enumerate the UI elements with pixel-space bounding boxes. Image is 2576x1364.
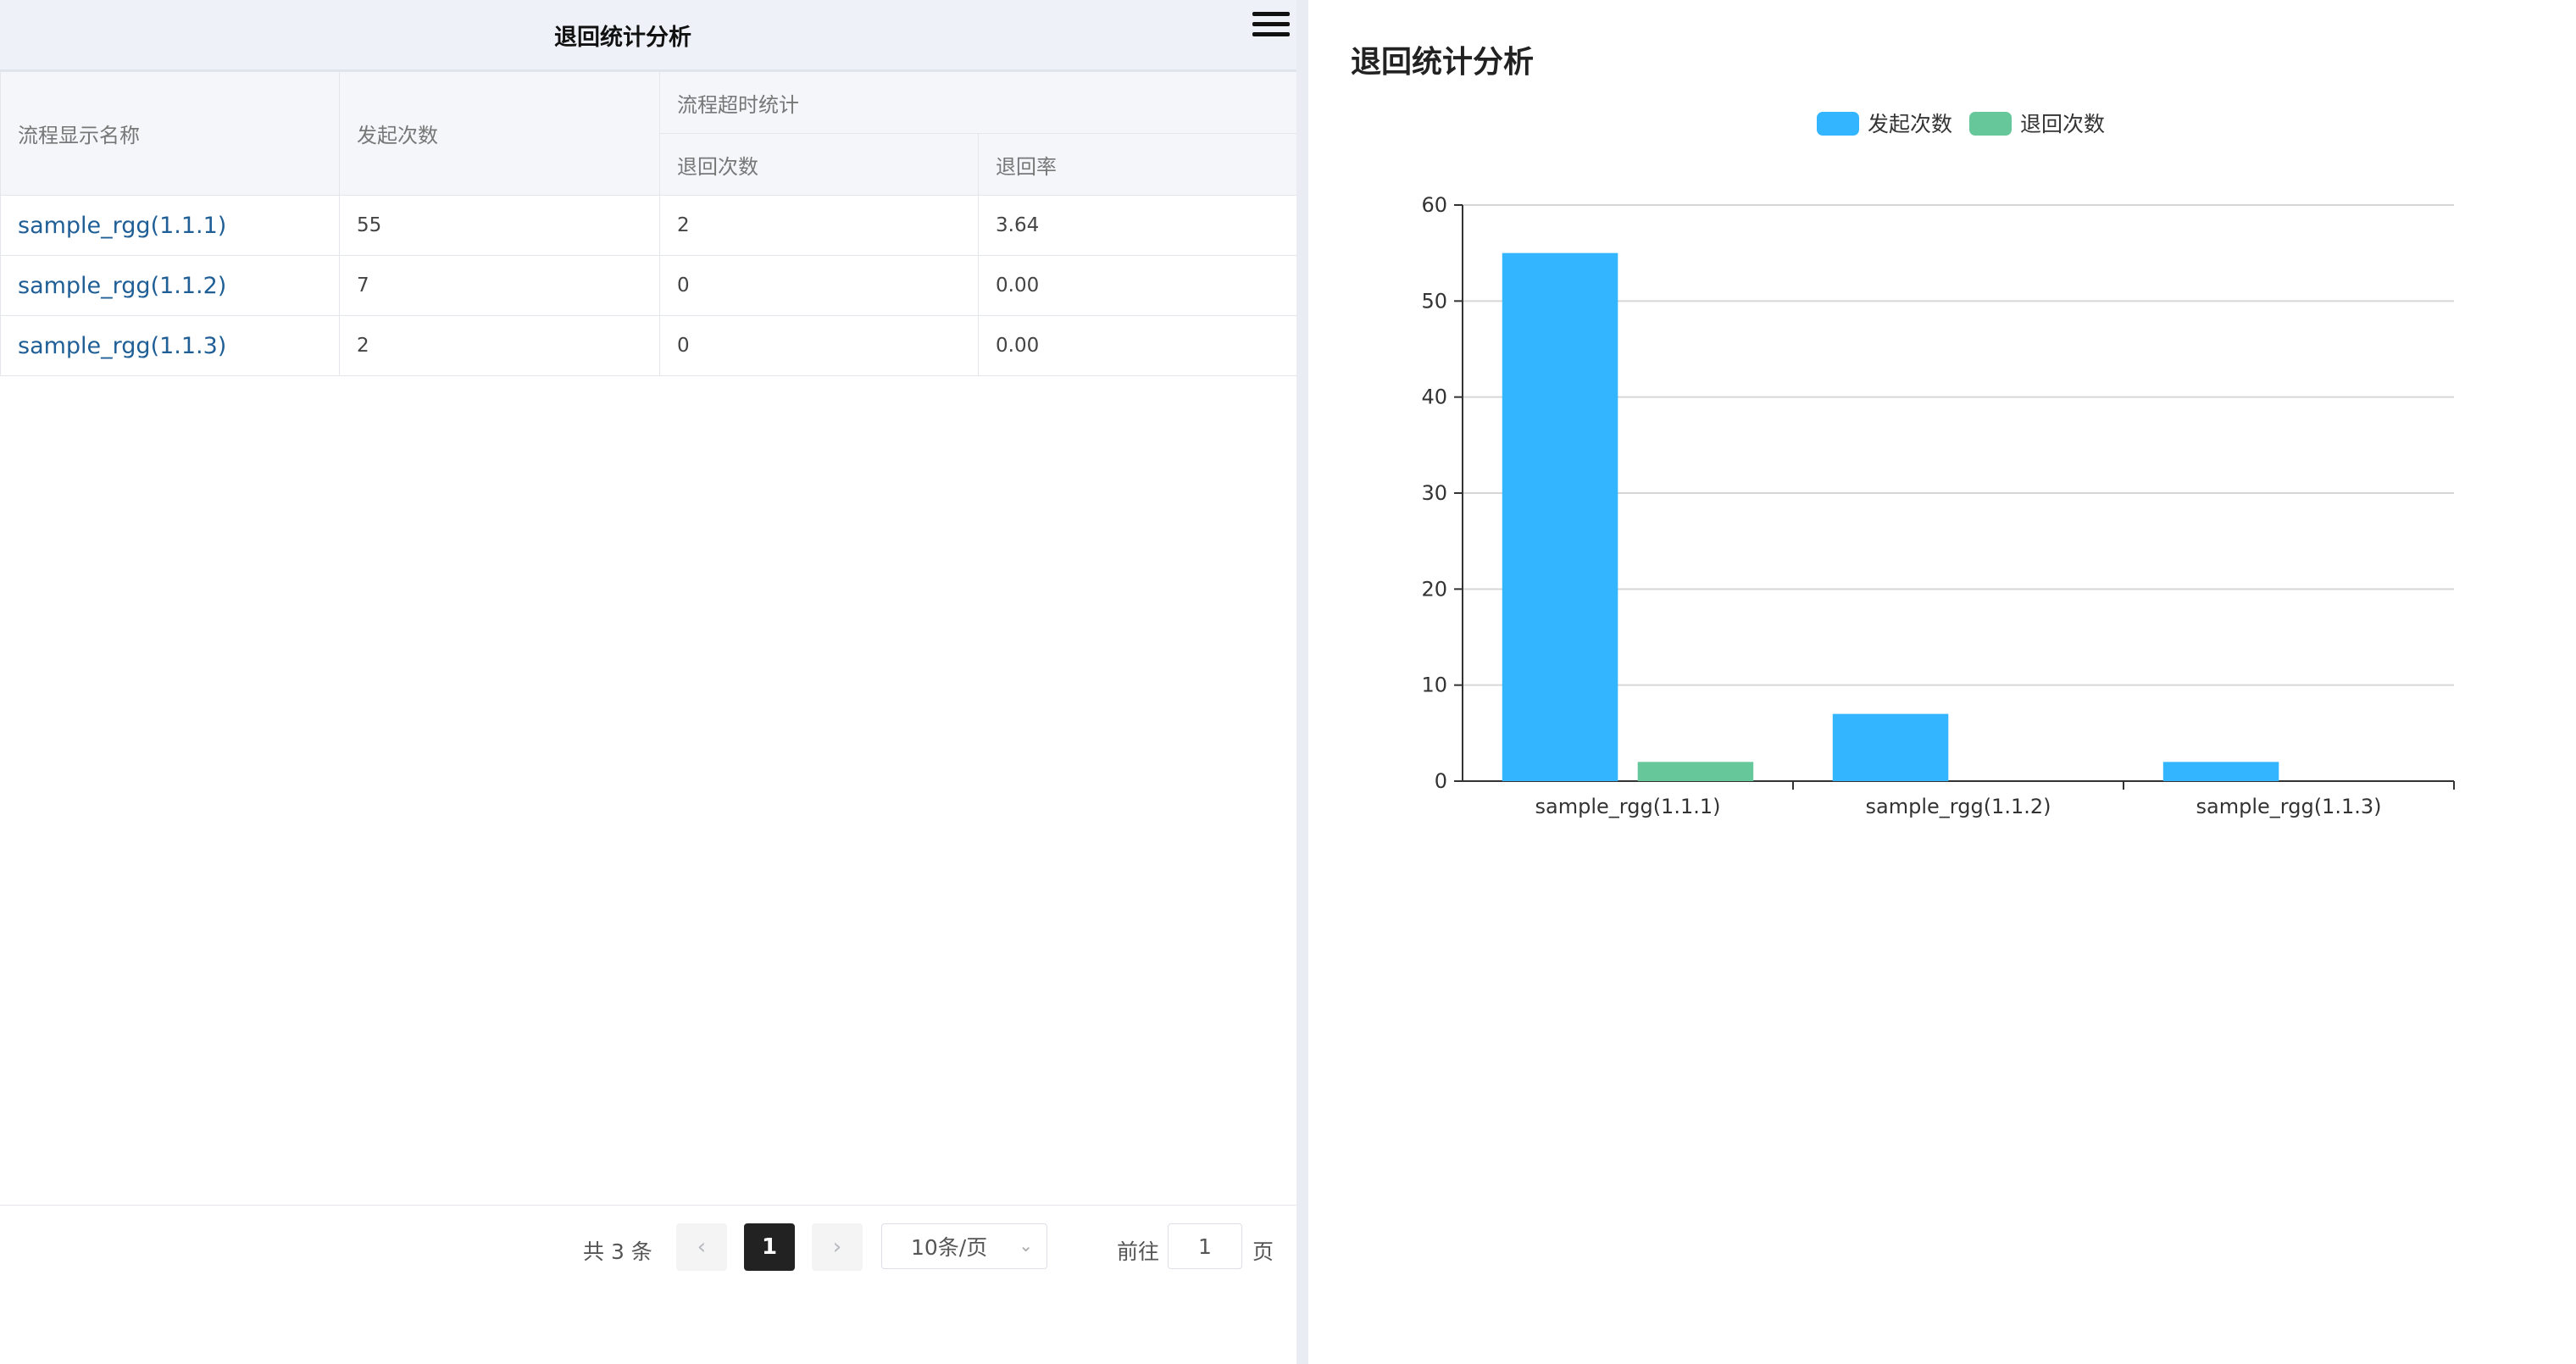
start-count-cell: 7 — [339, 255, 660, 316]
y-tick-label: 30 — [1421, 481, 1447, 505]
chevron-left-icon: ‹ — [697, 1234, 707, 1260]
goto-suffix: 页 — [1252, 1239, 1274, 1264]
pagination-total: 共 3 条 — [583, 1239, 652, 1264]
y-tick-label: 20 — [1421, 577, 1447, 601]
x-tick-label: sample_rgg(1.1.1) — [1535, 795, 1721, 818]
group-header-timeout: 流程超时统计 — [659, 71, 1297, 134]
bar-start-count — [1502, 252, 1618, 782]
return-count-cell: 0 — [659, 315, 979, 376]
table-row: sample_rgg(1.1.1) 55 2 3.64 — [0, 195, 1297, 256]
panel-divider — [1296, 0, 1308, 1364]
return-count-cell: 2 — [659, 195, 979, 256]
hamburger-menu-icon[interactable] — [1252, 12, 1290, 44]
legend-label: 发起次数 — [1868, 112, 1952, 136]
column-header-name[interactable]: 流程显示名称 — [0, 71, 340, 196]
table-row: sample_rgg(1.1.3) 2 0 0.00 — [0, 315, 1297, 376]
y-tick-label: 60 — [1421, 193, 1447, 217]
y-tick-label: 10 — [1421, 674, 1447, 697]
process-name-link[interactable]: sample_rgg(1.1.2) — [0, 255, 340, 316]
next-page-button[interactable]: › — [812, 1223, 863, 1271]
column-header-return-rate[interactable]: 退回率 — [978, 133, 1297, 196]
chevron-right-icon: › — [832, 1234, 842, 1260]
y-tick-label: 0 — [1435, 769, 1447, 793]
goto-page-input[interactable] — [1168, 1223, 1242, 1269]
table-panel: 退回统计分析 流程显示名称 发起次数 流程超时统计 退回次数 退回率 sampl… — [0, 0, 1297, 1364]
legend-swatch — [1969, 112, 2012, 136]
x-tick-label: sample_rgg(1.1.3) — [2196, 795, 2382, 818]
return-rate-cell: 0.00 — [978, 255, 1297, 316]
page-size-select[interactable]: 10条/页 ⌄ — [881, 1223, 1047, 1269]
page-size-value: 10条/页 — [911, 1235, 988, 1260]
x-tick-label: sample_rgg(1.1.2) — [1866, 795, 2051, 818]
y-tick-label: 40 — [1421, 385, 1447, 409]
statistics-table: 流程显示名称 发起次数 流程超时统计 退回次数 退回率 sample_rgg(1… — [0, 71, 1297, 376]
column-header-start-count[interactable]: 发起次数 — [339, 71, 660, 196]
table-bottom-border — [0, 1205, 1296, 1206]
bar-chart: 0 10 20 30 40 50 60 sample_rgg(1.1.1) sample_rgg… — [1421, 112, 2455, 818]
return-rate-cell: 3.64 — [978, 195, 1297, 256]
table-row: sample_rgg(1.1.2) 7 0 0.00 — [0, 255, 1297, 316]
return-rate-cell: 0.00 — [978, 315, 1297, 376]
page-header: 退回统计分析 — [0, 0, 1296, 71]
bar-return-count — [1637, 762, 1754, 781]
bar-start-count — [1832, 713, 1949, 781]
process-name-link[interactable]: sample_rgg(1.1.3) — [0, 315, 340, 376]
return-count-cell: 0 — [659, 255, 979, 316]
prev-page-button[interactable]: ‹ — [676, 1223, 727, 1271]
goto-label: 前往 — [1117, 1239, 1160, 1264]
page-number-button[interactable]: 1 — [744, 1223, 795, 1271]
start-count-cell: 2 — [339, 315, 660, 376]
legend-label: 退回次数 — [2020, 112, 2105, 136]
y-tick-label: 50 — [1421, 289, 1447, 313]
legend-swatch — [1817, 112, 1859, 136]
chevron-down-icon: ⌄ — [1019, 1235, 1033, 1256]
process-name-link[interactable]: sample_rgg(1.1.1) — [0, 195, 340, 256]
chart-panel: 退回统计分析 0 10 20 30 40 50 60 sample_rgg(1.1.1) sam… — [1308, 0, 2576, 1364]
page-title: 退回统计分析 — [554, 24, 691, 51]
pagination: 共 3 条 ‹ 1 › 10条/页 ⌄ 前往 页 — [0, 1223, 1296, 1274]
bar-start-count — [2162, 762, 2279, 781]
start-count-cell: 55 — [339, 195, 660, 256]
column-header-return-count[interactable]: 退回次数 — [659, 133, 979, 196]
